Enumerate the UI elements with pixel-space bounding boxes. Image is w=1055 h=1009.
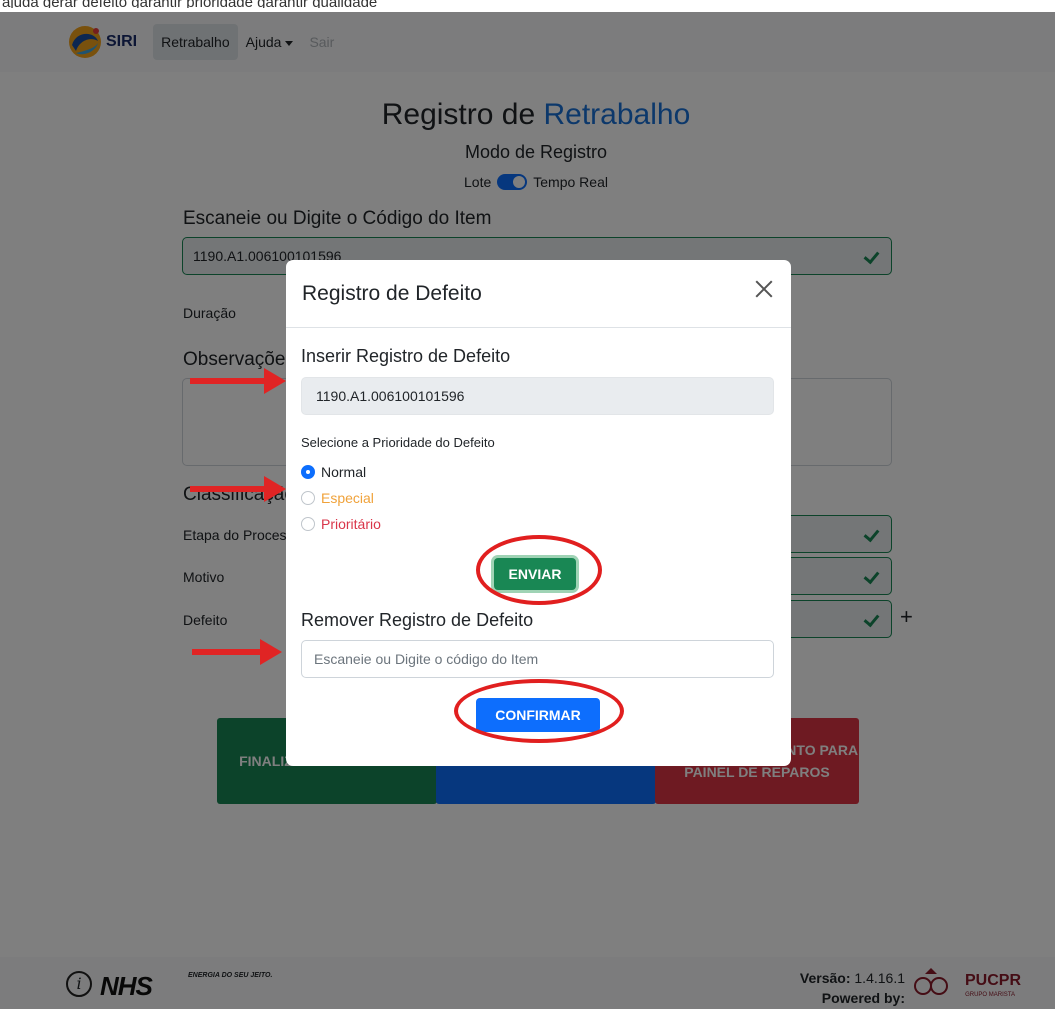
insert-heading: Inserir Registro de Defeito — [301, 346, 511, 366]
radio-selected-icon[interactable] — [301, 465, 315, 479]
close-icon[interactable] — [753, 278, 775, 300]
annotation-arrow-icon — [190, 476, 286, 502]
caption-text: ajuda gerar defeito garantir prioridade … — [0, 0, 1055, 8]
radio-icon[interactable] — [301, 517, 315, 531]
priority-prioritario-label: Prioritário — [321, 516, 381, 532]
insert-code-value: 1190.A1.006100101596 — [316, 388, 465, 404]
modal-header: Registro de Defeito — [286, 260, 791, 328]
priority-especial[interactable]: Especial — [301, 490, 374, 506]
annotation-arrow-icon — [192, 639, 282, 665]
insert-code-field: 1190.A1.006100101596 — [301, 377, 774, 415]
priority-normal-label: Normal — [321, 464, 367, 480]
remove-heading: Remover Registro de Defeito — [301, 610, 534, 630]
remove-code-input[interactable]: Escaneie ou Digite o código do Item — [301, 640, 774, 678]
priority-label: Selecione a Prioridade do Defeito — [301, 435, 495, 450]
annotation-ring-confirmar — [454, 679, 624, 743]
modal-title: Registro de Defeito — [302, 282, 482, 305]
annotation-ring-enviar — [476, 535, 602, 605]
annotation-arrow-icon — [190, 368, 286, 394]
radio-icon[interactable] — [301, 491, 315, 505]
priority-normal[interactable]: Normal — [301, 464, 366, 480]
priority-prioritario[interactable]: Prioritário — [301, 516, 381, 532]
priority-especial-label: Especial — [321, 490, 374, 506]
